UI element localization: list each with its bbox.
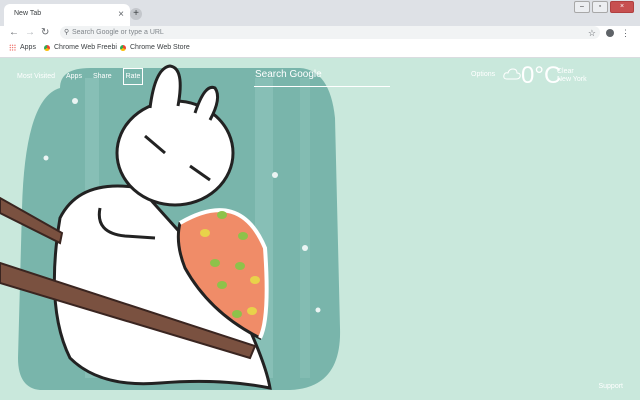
search-icon: ⚲ (64, 29, 70, 36)
veg-bit (200, 229, 210, 237)
rate-button[interactable]: Rate (123, 68, 143, 85)
snow-dot (43, 155, 49, 161)
bookmarks-bar: Apps Chrome Web Freebi Chrome Web Store (0, 40, 640, 58)
forward-icon[interactable]: → (25, 26, 35, 40)
veg-bit (217, 281, 227, 289)
bookmark-star-icon[interactable]: ☆ (588, 26, 596, 40)
maximize-button[interactable]: ▫ (592, 1, 608, 13)
bookmark-label: Apps (20, 44, 36, 51)
weather-temperature: 0°C (521, 62, 562, 89)
close-icon[interactable]: × (118, 8, 124, 22)
apps-grid-icon (9, 44, 16, 51)
veg-bit (238, 232, 248, 240)
veg-bit (235, 262, 245, 270)
tree-trunk (300, 78, 310, 378)
window-controls: – ▫ × (572, 1, 634, 13)
veg-bit (217, 211, 227, 219)
apps-link[interactable]: Apps (66, 73, 82, 80)
bookmark-label: Chrome Web Store (130, 44, 190, 51)
window-close-button[interactable]: × (610, 1, 634, 13)
veg-bit (232, 310, 242, 318)
weather-condition: Clear (557, 68, 574, 75)
veg-bit (210, 259, 220, 267)
options-link[interactable]: Options (471, 71, 495, 78)
snow-dot (315, 307, 321, 313)
bookmark-chrome-web-store[interactable]: Chrome Web Store (120, 44, 190, 51)
snow-dot (72, 98, 78, 104)
tab-title: New Tab (14, 10, 42, 17)
snow-dot (302, 245, 308, 251)
omnibox[interactable]: ⚲ Search Google or type a URL (60, 26, 600, 39)
background-illustration (0, 64, 341, 390)
bunny-head (115, 99, 235, 207)
chrome-web-store-icon (120, 44, 126, 51)
toolbar: ← → ↻ ⚲ Search Google or type a URL ☆ ⋮ (0, 26, 640, 40)
most-visited-link[interactable]: Most Visited (17, 73, 55, 80)
omnibox-placeholder: Search Google or type a URL (72, 29, 164, 36)
weather-location: New York (557, 76, 587, 83)
tab-strip: New Tab × + – ▫ × (0, 0, 640, 26)
bookmark-label: Chrome Web Freebi (54, 44, 117, 51)
weather-info: Clear New York (557, 68, 587, 84)
new-tab-button[interactable]: + (130, 8, 142, 20)
menu-icon[interactable]: ⋮ (621, 26, 630, 40)
veg-bit (247, 307, 257, 315)
tab-new-tab[interactable]: New Tab × (4, 4, 130, 26)
back-icon[interactable]: ← (9, 26, 19, 40)
snow-dot (272, 172, 278, 178)
veg-bit (250, 276, 260, 284)
chrome-web-store-icon (44, 44, 50, 51)
new-tab-page: Most Visited Apps Share Rate Search Goog… (0, 58, 640, 400)
reload-icon[interactable]: ↻ (41, 26, 49, 40)
cloud-icon (503, 68, 521, 80)
minimize-button[interactable]: – (574, 1, 590, 13)
support-link[interactable]: Support (598, 383, 623, 390)
bookmark-chrome-web-freebi[interactable]: Chrome Web Freebi (44, 44, 117, 51)
share-link[interactable]: Share (93, 73, 112, 80)
bookmark-apps[interactable]: Apps (9, 44, 36, 51)
profile-avatar-icon[interactable] (606, 29, 614, 37)
google-search-input[interactable]: Search Google (254, 69, 390, 87)
